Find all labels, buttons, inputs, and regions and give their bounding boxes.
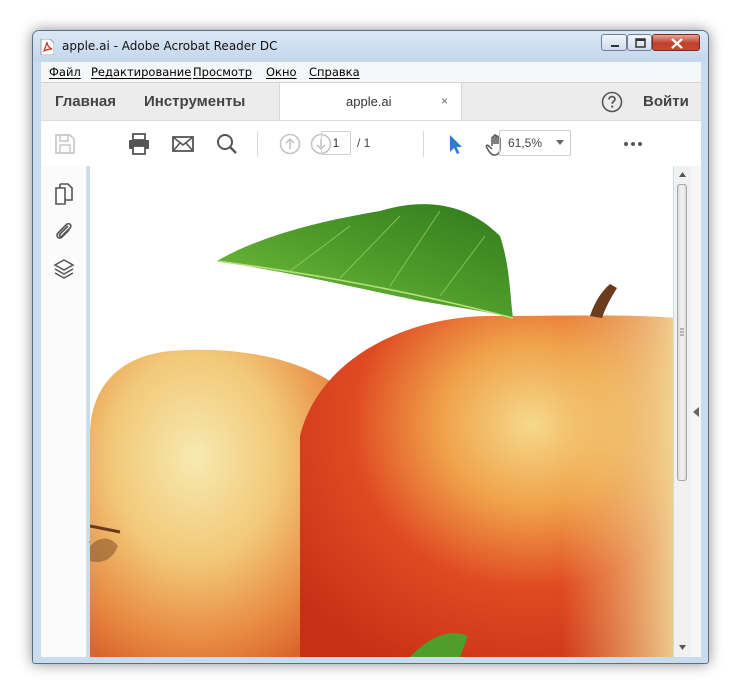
left-navigation-panel — [41, 166, 95, 657]
search-icon[interactable] — [215, 132, 239, 156]
tab-bar: Главная Инструменты apple.ai × Войти — [41, 82, 701, 120]
window-title: apple.ai - Adobe Acrobat Reader DC — [62, 39, 278, 53]
toolbar: 1 / 1 61,5% — [41, 120, 701, 167]
minimize-button[interactable] — [601, 34, 627, 51]
menu-bar: Файл Редактирование Просмотр Окно Справк… — [41, 62, 701, 82]
select-cursor-icon[interactable] — [443, 132, 467, 156]
tab-home[interactable]: Главная — [55, 93, 116, 110]
page-number-input[interactable]: 1 — [321, 131, 351, 155]
close-tab-icon[interactable]: × — [441, 94, 448, 108]
scrollbar-thumb[interactable] — [677, 184, 687, 481]
title-bar: apple.ai - Adobe Acrobat Reader DC — [33, 31, 708, 61]
document-viewer[interactable] — [90, 166, 673, 657]
expand-right-panel-icon[interactable] — [693, 407, 699, 417]
scroll-up-icon[interactable] — [674, 169, 691, 181]
page-thumbnails-icon[interactable] — [53, 183, 75, 205]
close-icon — [671, 38, 683, 49]
email-icon[interactable] — [171, 132, 195, 156]
toolbar-separator — [257, 131, 258, 157]
application-window: apple.ai - Adobe Acrobat Reader DC Файл … — [32, 30, 709, 664]
menu-window[interactable]: Окно — [266, 65, 297, 79]
save-icon[interactable] — [53, 132, 77, 156]
maximize-icon — [635, 38, 646, 48]
menu-help[interactable]: Справка — [309, 65, 360, 79]
minimize-icon — [611, 45, 619, 47]
apple-image — [90, 204, 673, 657]
maximize-button[interactable] — [627, 34, 652, 51]
acrobat-app-icon — [40, 39, 54, 55]
attachments-icon[interactable] — [53, 220, 75, 242]
menu-view[interactable]: Просмотр — [193, 65, 252, 79]
tab-tools[interactable]: Инструменты — [144, 93, 245, 110]
help-icon[interactable] — [601, 91, 623, 113]
scroll-down-icon[interactable] — [674, 642, 691, 654]
menu-file[interactable]: Файл — [49, 65, 81, 79]
right-panel-handle[interactable] — [691, 166, 701, 657]
close-window-button[interactable] — [652, 34, 700, 51]
vertical-scrollbar[interactable] — [674, 166, 691, 657]
zoom-value: 61,5% — [508, 136, 543, 150]
menu-edit[interactable]: Редактирование — [91, 65, 191, 79]
page-up-icon[interactable] — [278, 132, 302, 156]
layers-icon[interactable] — [53, 258, 75, 280]
page-total: / 1 — [357, 136, 371, 150]
window-bottom-frame — [33, 657, 708, 663]
toolbar-separator — [423, 131, 424, 157]
grip-icon — [680, 328, 684, 336]
tab-document[interactable]: apple.ai × — [279, 83, 462, 120]
zoom-select[interactable]: 61,5% — [499, 130, 571, 156]
print-icon[interactable] — [127, 132, 151, 156]
document-tab-label: apple.ai — [346, 94, 392, 109]
chevron-down-icon — [556, 140, 564, 145]
sign-in-link[interactable]: Войти — [643, 93, 689, 110]
more-icon[interactable] — [621, 132, 645, 156]
